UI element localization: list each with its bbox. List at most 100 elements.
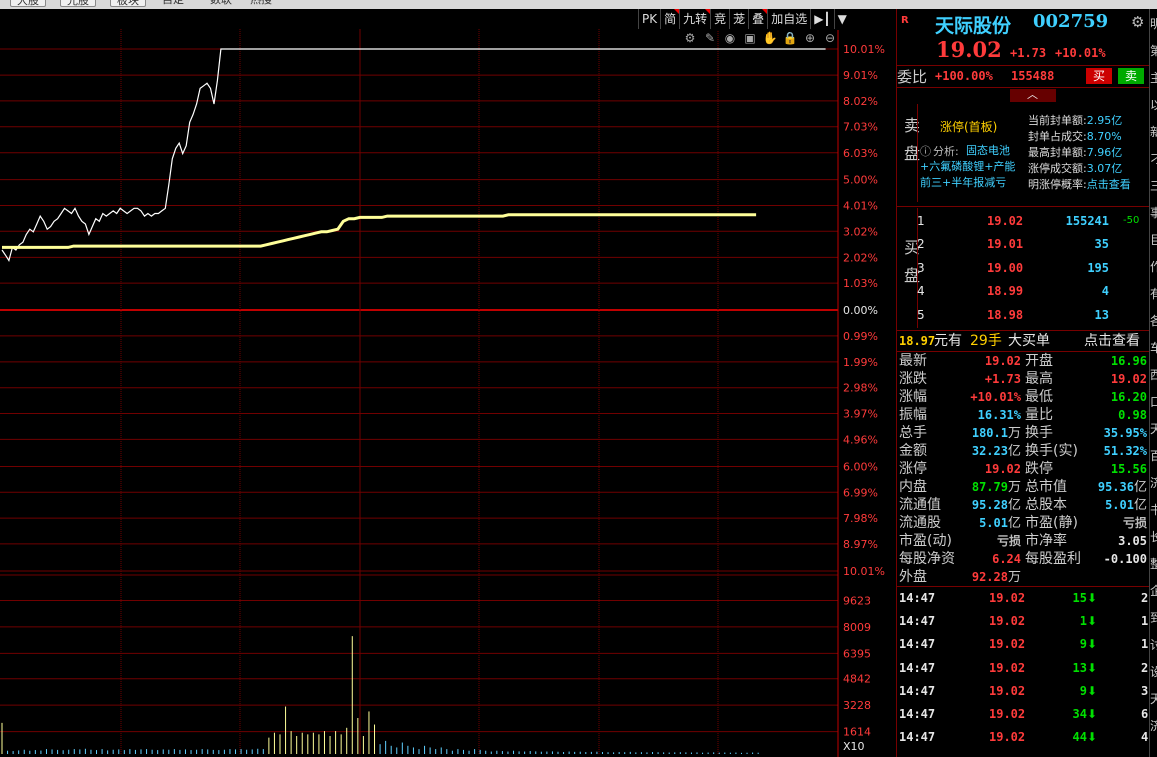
- tick-row: 14:47 19.02 34 ⬇ 6: [897, 703, 1150, 726]
- toolbar-button[interactable]: 九转: [679, 9, 711, 29]
- stat-value: 32.23亿: [971, 444, 1021, 459]
- clipped-text: 车: [1150, 339, 1157, 356]
- toolbar-button[interactable]: 简: [660, 9, 680, 29]
- hand-icon[interactable]: ✋: [762, 30, 778, 46]
- tick-volume: 34: [1072, 707, 1087, 721]
- bid-price: 19.00: [987, 260, 1024, 275]
- bid-row[interactable]: 1 19.02 155241 -50: [897, 212, 1150, 230]
- stats-table: 最新 19.02 开盘 16.96 涨跌 +1.73 最高 19.02 涨幅 +10.01% 最低 1…: [897, 352, 1150, 586]
- bid-row[interactable]: 5 18.98 13: [897, 306, 1150, 324]
- toolbar-button[interactable]: PK: [638, 9, 660, 29]
- price-axis-label: 6.00%: [843, 460, 878, 473]
- bid-row[interactable]: 4 18.99 4: [897, 282, 1150, 300]
- stat-value: 35.95%: [1103, 426, 1147, 440]
- clipped-text: 口: [1150, 393, 1157, 410]
- lock-icon[interactable]: 🔒: [782, 30, 798, 46]
- top-tab[interactable]: 自定: [162, 0, 184, 7]
- chevron-up-icon: ︿: [1027, 88, 1038, 101]
- stat-label: 量比: [1025, 407, 1053, 423]
- r-badge: R: [901, 15, 909, 26]
- bid-row[interactable]: 2 19.01 35: [897, 235, 1150, 253]
- pen-icon[interactable]: ✎: [702, 30, 718, 46]
- bid-level: 4: [917, 284, 925, 299]
- tick-volume: 9: [1079, 683, 1087, 698]
- price-axis-label: 3.02%: [843, 225, 878, 238]
- tick-time: 14:47: [899, 683, 936, 698]
- bid-price: 18.99: [987, 284, 1024, 299]
- seal-info-label: 当前封单额:: [1028, 114, 1087, 127]
- stat-value: 19.02: [984, 354, 1021, 368]
- stat-label: 流通值: [899, 497, 941, 513]
- tick-price: 19.02: [989, 591, 1026, 605]
- price-axis-label: 2.98%: [843, 382, 878, 395]
- gear-icon[interactable]: ⚙: [682, 30, 698, 46]
- stat-value: +10.01%: [970, 390, 1021, 404]
- stat-label: 市盈(动): [899, 533, 952, 549]
- eye-icon[interactable]: ◉: [722, 30, 738, 46]
- buy-button[interactable]: 买: [1086, 68, 1112, 84]
- big-order-link[interactable]: 点击查看: [1084, 331, 1140, 351]
- arrow-down-icon: ⬇: [1087, 707, 1098, 721]
- volume-axis-label: 3228: [843, 699, 871, 712]
- collapse-toggle[interactable]: ︿: [1010, 88, 1056, 102]
- tick-count: 1: [1141, 614, 1149, 629]
- zoom-out-icon[interactable]: ⊖: [822, 30, 838, 46]
- tick-time: 14:47: [899, 637, 936, 652]
- top-tab[interactable]: 光股: [60, 0, 96, 7]
- tick-price: 19.02: [989, 707, 1026, 721]
- seal-info-value[interactable]: 点击查看: [1087, 178, 1131, 191]
- toolbar-button[interactable]: 竞: [710, 9, 729, 29]
- limit-up-title: 涨停(首板): [940, 120, 998, 134]
- bid-volume: 4: [1101, 284, 1109, 299]
- toolbar-button[interactable]: ▼: [833, 9, 850, 29]
- intraday-chart[interactable]: 10.01% 9.01% 8.02% 7.03% 6.03% 5.00% 4.01% 3.02…: [0, 9, 895, 757]
- tick-row: 14:47 19.02 9 ⬇ 1: [897, 633, 1150, 656]
- top-tab[interactable]: 板块: [110, 0, 146, 7]
- analysis-text[interactable]: 固态电池+六氟磷酸锂+产能前三+半年报减亏: [920, 143, 1026, 191]
- toolbar-button[interactable]: ▶┃: [810, 9, 833, 29]
- top-tab[interactable]: 大股: [10, 0, 46, 7]
- stat-label: 市盈(静): [1025, 515, 1078, 531]
- stat-value: 15.56: [1110, 462, 1147, 476]
- top-tab[interactable]: 热搜: [250, 0, 272, 7]
- tick-row: 14:47 19.02 15 ⬇ 2: [897, 587, 1150, 610]
- tick-price: 19.02: [989, 683, 1026, 698]
- save-icon[interactable]: ▣: [742, 30, 758, 46]
- bid-row[interactable]: 3 19.00 195: [897, 259, 1150, 277]
- toolbar-button[interactable]: 叠: [748, 9, 768, 29]
- seal-info-label: 明涨停概率:: [1028, 178, 1087, 191]
- stat-label: 涨幅: [899, 389, 927, 405]
- gear-icon[interactable]: ⚙: [1131, 13, 1144, 31]
- stat-value: 5.01亿: [1105, 498, 1147, 513]
- top-nav-strip: 大股 光股 板块 自定 数联 热搜: [0, 0, 1157, 9]
- tick-count: 1: [1141, 637, 1149, 652]
- stat-value: 0.98: [1118, 408, 1147, 422]
- bid-price: 19.01: [987, 237, 1024, 252]
- bid-volume: 155241: [1065, 214, 1109, 228]
- arrow-down-icon: ⬇: [1087, 614, 1098, 629]
- clipped-text: 讨: [1150, 636, 1157, 653]
- stat-value: 180.1万: [971, 426, 1021, 441]
- price-axis-label: 4.96%: [843, 433, 878, 446]
- price-axis-label: 7.03%: [843, 121, 878, 134]
- toolbar-button[interactable]: 加自选: [767, 9, 810, 29]
- clipped-text: 以: [1150, 96, 1157, 113]
- zoom-in-icon[interactable]: ⊕: [802, 30, 818, 46]
- bid-level: 5: [917, 307, 925, 322]
- clipped-text: 作: [1150, 258, 1157, 275]
- sell-side-label: 卖盘: [901, 117, 920, 173]
- top-tab[interactable]: 数联: [210, 0, 232, 7]
- stat-label: 换手: [1025, 425, 1053, 441]
- arrow-down-icon: ⬇: [1087, 591, 1098, 605]
- clipped-text: 百: [1150, 447, 1157, 464]
- tick-list[interactable]: 14:47 19.02 15 ⬇ 2 14:47 19.02 1 ⬇ 1 14:47 19.02 9 ⬇ 1…: [897, 587, 1150, 757]
- clipped-text: 各: [1150, 312, 1157, 329]
- stat-label: 涨跌: [899, 371, 927, 387]
- sell-button[interactable]: 卖: [1118, 68, 1144, 84]
- stat-label: 振幅: [899, 407, 927, 423]
- seal-info-value: 2.95亿: [1086, 114, 1123, 127]
- tick-time: 14:47: [899, 707, 936, 721]
- toolbar-button[interactable]: 茏: [729, 9, 748, 29]
- tick-volume: 1: [1079, 614, 1087, 629]
- clipped-text: 刁: [1150, 150, 1157, 167]
